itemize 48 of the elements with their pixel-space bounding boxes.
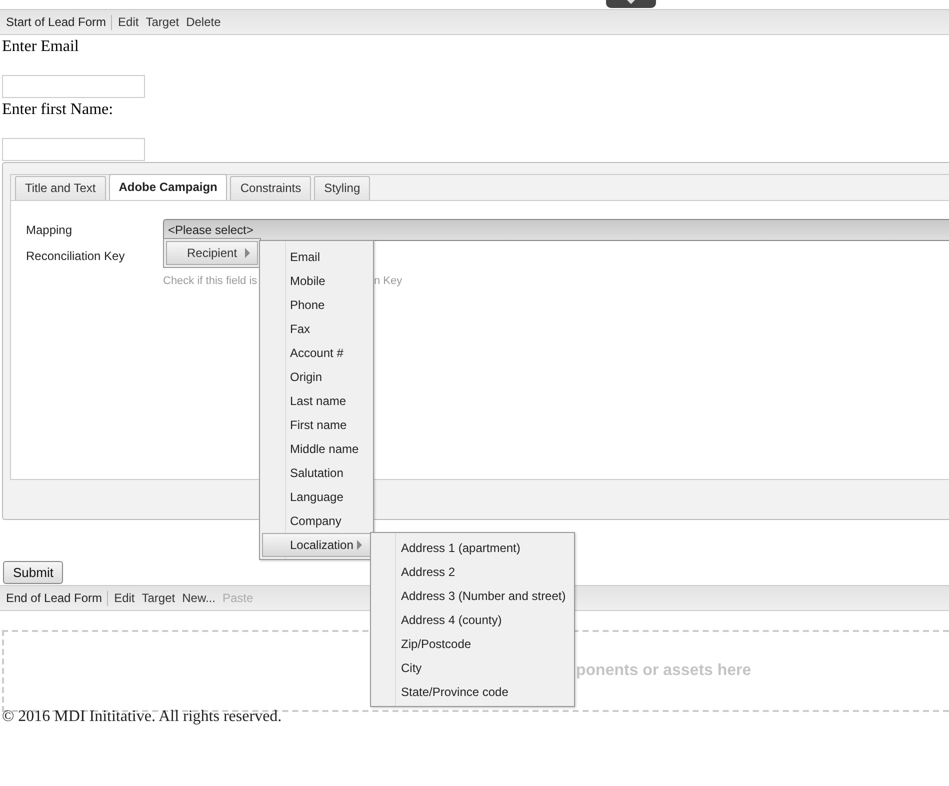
menu-item[interactable]: Zip/Postcode: [373, 632, 572, 656]
menu-item[interactable]: Salutation: [262, 461, 371, 485]
toolbar-title: Start of Lead Form: [6, 15, 106, 29]
menu-item[interactable]: First name: [262, 413, 371, 437]
menu-item[interactable]: Company: [262, 509, 371, 533]
toolbar-action[interactable]: Edit: [114, 591, 135, 605]
drawer-handle[interactable]: [606, 0, 656, 8]
tab[interactable]: Constraints: [230, 176, 312, 200]
menu-item[interactable]: Account #: [262, 341, 371, 365]
hint-text: n Key: [374, 275, 402, 287]
field-label: Enter Email: [1, 37, 80, 57]
submenu-arrow-icon: [245, 248, 250, 258]
menu-item[interactable]: Localization: [262, 533, 371, 557]
menu-item[interactable]: Address 4 (county): [373, 608, 572, 632]
footer-text: © 2016 MDI Inititative. All rights reserved.: [1, 708, 283, 726]
menu-item[interactable]: Fax: [262, 317, 371, 341]
toolbar-action[interactable]: Target: [142, 591, 176, 605]
toolbar-action: Paste: [222, 591, 254, 605]
toolbar-action[interactable]: Target: [146, 15, 180, 29]
menu-item[interactable]: Address 2: [373, 560, 572, 584]
menu-item[interactable]: Phone: [262, 293, 371, 317]
toolbar-title: End of Lead Form: [6, 591, 102, 605]
toolbar-action[interactable]: Edit: [118, 15, 139, 29]
form-label: Mapping: [26, 223, 74, 237]
menu-item[interactable]: City: [373, 656, 572, 680]
menu-item[interactable]: Last name: [262, 389, 371, 413]
submit-button[interactable]: Submit: [3, 561, 64, 584]
menu-item[interactable]: State/Province code: [373, 680, 572, 704]
menu-item[interactable]: Middle name: [262, 437, 371, 461]
menu-item[interactable]: Language: [262, 485, 371, 509]
select-field[interactable]: <Please select>: [163, 219, 949, 241]
menu-item[interactable]: Address 1 (apartment): [373, 536, 572, 560]
hint-text: Check if this field is: [163, 275, 258, 287]
menu-item[interactable]: Mobile: [262, 269, 371, 293]
form-label: Reconciliation Key: [26, 249, 126, 263]
drop-zone-text: ponents or assets here: [576, 662, 752, 680]
toolbar-action[interactable]: New...: [182, 591, 216, 605]
tab[interactable]: Adobe Campaign: [108, 174, 228, 200]
field-label: Enter first Name:: [1, 100, 114, 120]
menu-item[interactable]: Origin: [262, 365, 371, 389]
input-field[interactable]: [2, 138, 145, 161]
toolbar-action[interactable]: Delete: [186, 15, 221, 29]
menu-item[interactable]: Email: [262, 245, 371, 269]
input-field[interactable]: [2, 75, 145, 98]
tab[interactable]: Title and Text: [15, 176, 106, 200]
menu-button[interactable]: Recipient: [166, 241, 258, 265]
tab[interactable]: Styling: [314, 176, 370, 200]
menu-item[interactable]: Address 3 (Number and street): [373, 584, 572, 608]
